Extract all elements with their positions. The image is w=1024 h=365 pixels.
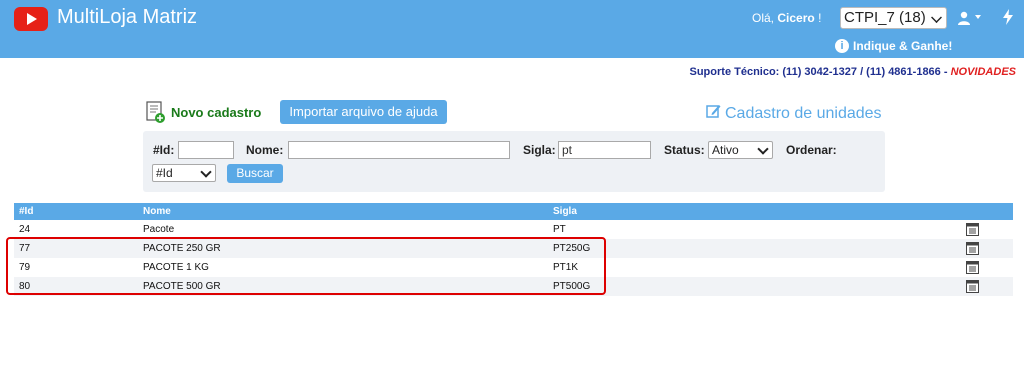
status-label: Status: [664,143,705,157]
novidades-link[interactable]: NOVIDADES [951,66,1016,78]
column-header-sigla[interactable]: Sigla [553,203,577,220]
ordenar-select-value: #Id [156,166,173,180]
status-select[interactable]: Ativo [708,141,773,159]
id-input[interactable] [178,141,234,159]
top-navbar: MultiLoja Matriz Olá, Cicero ! CTPI_7 (1… [0,0,1024,58]
details-icon[interactable] [966,261,979,274]
sigla-input[interactable]: pt [558,141,651,159]
sigla-label: Sigla: [523,143,556,157]
new-record-icon[interactable] [146,101,166,124]
bolt-icon[interactable] [1002,9,1014,25]
status-select-value: Ativo [712,143,739,157]
user-name: Cicero [777,11,815,25]
chevron-down-icon [757,143,769,155]
page-title-text: Cadastro de unidades [725,105,882,122]
store-select-value: CTPI_7 (18) [844,9,926,26]
user-icon[interactable] [957,11,971,25]
column-header-nome[interactable]: Nome [143,203,171,220]
page-title: Cadastro de unidades [706,104,882,123]
nome-label: Nome: [246,143,284,157]
details-icon[interactable] [966,223,979,236]
table-header: #Id Nome Sigla [14,203,1013,220]
greeting-text: Olá, [752,11,775,25]
details-icon[interactable] [966,242,979,255]
nome-input[interactable] [288,141,510,159]
user-greeting: Olá, Cicero ! [752,11,821,25]
app-title: MultiLoja Matriz [57,6,198,28]
column-header-id[interactable]: #Id [19,203,33,220]
indique-ganhe-link[interactable]: Indique & Ganhe! [853,39,952,53]
ordenar-select[interactable]: #Id [152,164,216,182]
chevron-down-icon [200,166,212,178]
edit-icon [706,105,721,118]
caret-down-icon[interactable] [975,15,981,19]
greeting-suffix: ! [818,11,822,25]
highlight-box [6,237,606,295]
novo-cadastro-link[interactable]: Novo cadastro [171,105,261,120]
importar-ajuda-button[interactable]: Importar arquivo de ajuda [280,100,447,124]
details-icon[interactable] [966,280,979,293]
id-label: #Id: [153,143,175,157]
support-info: Suporte Técnico: (11) 3042-1327 / (11) 4… [690,66,1017,78]
youtube-logo-icon[interactable] [14,7,48,31]
store-select[interactable]: CTPI_7 (18) [840,7,947,29]
ordenar-label: Ordenar: [786,143,837,157]
chevron-down-icon [931,12,942,23]
info-icon: i [835,39,849,53]
support-text: Suporte Técnico: (11) 3042-1327 / (11) 4… [689,66,948,78]
buscar-button[interactable]: Buscar [227,164,283,183]
